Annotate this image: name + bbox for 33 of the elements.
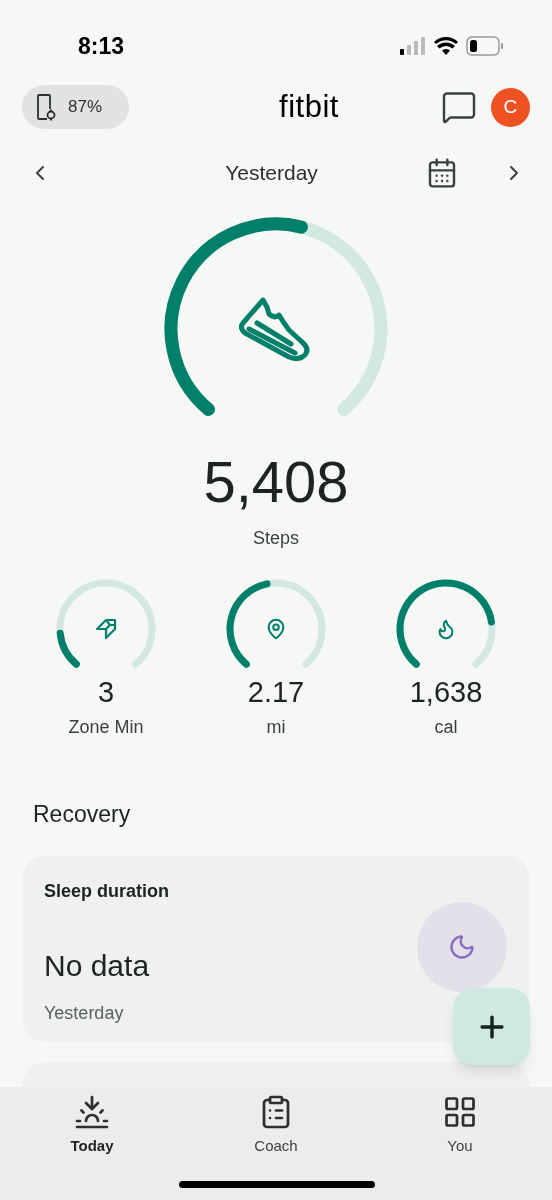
calendar-icon[interactable] — [426, 157, 458, 189]
status-time: 8:13 — [78, 31, 125, 61]
steps-label: Steps — [253, 527, 299, 550]
stat-label: Zone Min — [68, 716, 144, 739]
steps-count: 5,408 — [203, 451, 349, 513]
messages-icon[interactable] — [441, 89, 477, 125]
sleep-value: No data — [44, 947, 150, 984]
device-battery-chip[interactable]: 87% — [22, 85, 129, 129]
battery-percent: 87% — [68, 96, 103, 119]
stat-label: cal — [434, 716, 458, 739]
section-title: Recovery — [33, 800, 132, 829]
nav-tab[interactable]: Coach — [184, 1087, 368, 1159]
sleep-card[interactable]: Sleep duration No data Yesterday — [23, 855, 529, 1042]
avatar[interactable]: C — [491, 87, 530, 127]
date-label: Yesterday — [225, 160, 318, 187]
signal-icon — [400, 37, 426, 55]
nav-tab[interactable]: You — [368, 1087, 552, 1159]
stat-label: mi — [266, 716, 286, 739]
moon-icon — [448, 932, 476, 961]
sunrise-icon — [74, 1094, 110, 1130]
nav-tab[interactable]: Today — [0, 1087, 184, 1159]
phone-watch-icon — [36, 93, 56, 121]
app-logo: fitbit — [279, 87, 339, 126]
stat-value: 1,638 — [409, 676, 483, 708]
add-button[interactable] — [453, 988, 530, 1065]
stat-value: 2.17 — [247, 676, 305, 708]
stat-value: 3 — [97, 676, 115, 708]
sleep-date: Yesterday — [44, 1001, 125, 1025]
grid-icon — [442, 1094, 478, 1130]
map-pin-icon — [265, 618, 287, 640]
battery-icon — [466, 36, 504, 56]
card-title: Sleep duration — [44, 879, 170, 903]
wifi-icon — [434, 37, 458, 55]
